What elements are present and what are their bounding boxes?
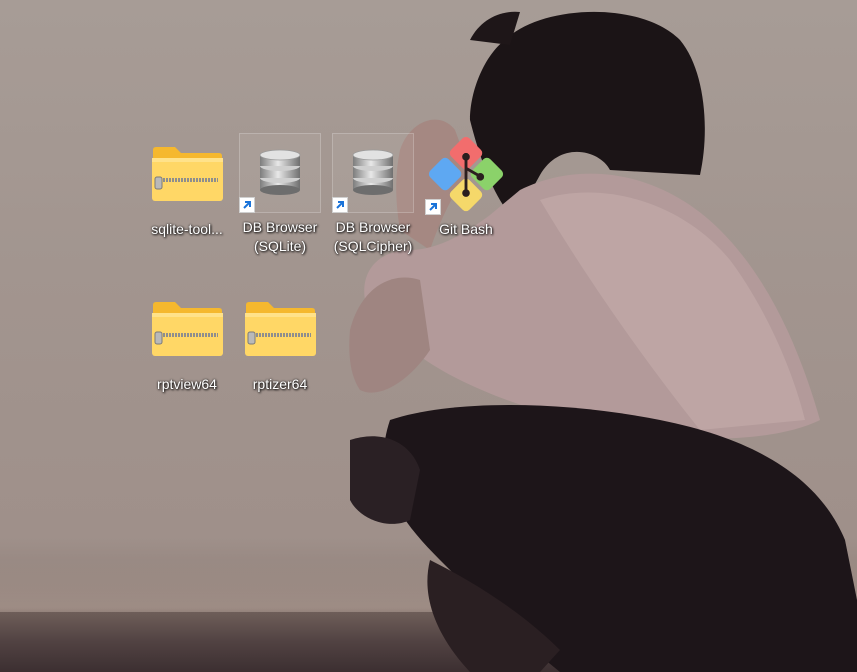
zip-folder-icon bbox=[147, 289, 227, 369]
desktop-icon-label: Git Bash bbox=[439, 221, 493, 237]
database-icon bbox=[239, 133, 321, 213]
desktop-icon-rptview64[interactable]: rptview64 bbox=[146, 289, 228, 411]
shortcut-arrow-icon bbox=[239, 197, 255, 213]
shortcut-arrow-icon bbox=[332, 197, 348, 213]
desktop-wallpaper bbox=[0, 0, 857, 672]
desktop-icon-sqlite-tools[interactable]: sqlite-tool... bbox=[146, 134, 228, 256]
database-icon bbox=[332, 133, 414, 213]
zip-folder-icon bbox=[240, 289, 320, 369]
desktop-icon-db-browser-sqlite[interactable]: DB Browser (SQLite) bbox=[239, 133, 321, 256]
desktop-icon-rptizer64[interactable]: rptizer64 bbox=[239, 289, 321, 411]
desktop-icon-label: rptizer64 bbox=[252, 376, 308, 392]
desktop-icon-label: DB Browser (SQLCipher) bbox=[333, 219, 413, 254]
zip-folder-icon bbox=[147, 134, 227, 214]
desktop-icon-git-bash[interactable]: Git Bash bbox=[425, 134, 507, 256]
git-icon bbox=[425, 134, 506, 215]
desktop-icon-label: rptview64 bbox=[157, 376, 217, 392]
desktop-icon-db-browser-sqlcipher[interactable]: DB Browser (SQLCipher) bbox=[332, 133, 414, 256]
desktop-icon-label: DB Browser (SQLite) bbox=[242, 219, 318, 254]
desktop-icon-label: sqlite-tool... bbox=[151, 221, 223, 237]
wallpaper-figure bbox=[349, 11, 857, 672]
shortcut-arrow-icon bbox=[425, 199, 441, 215]
